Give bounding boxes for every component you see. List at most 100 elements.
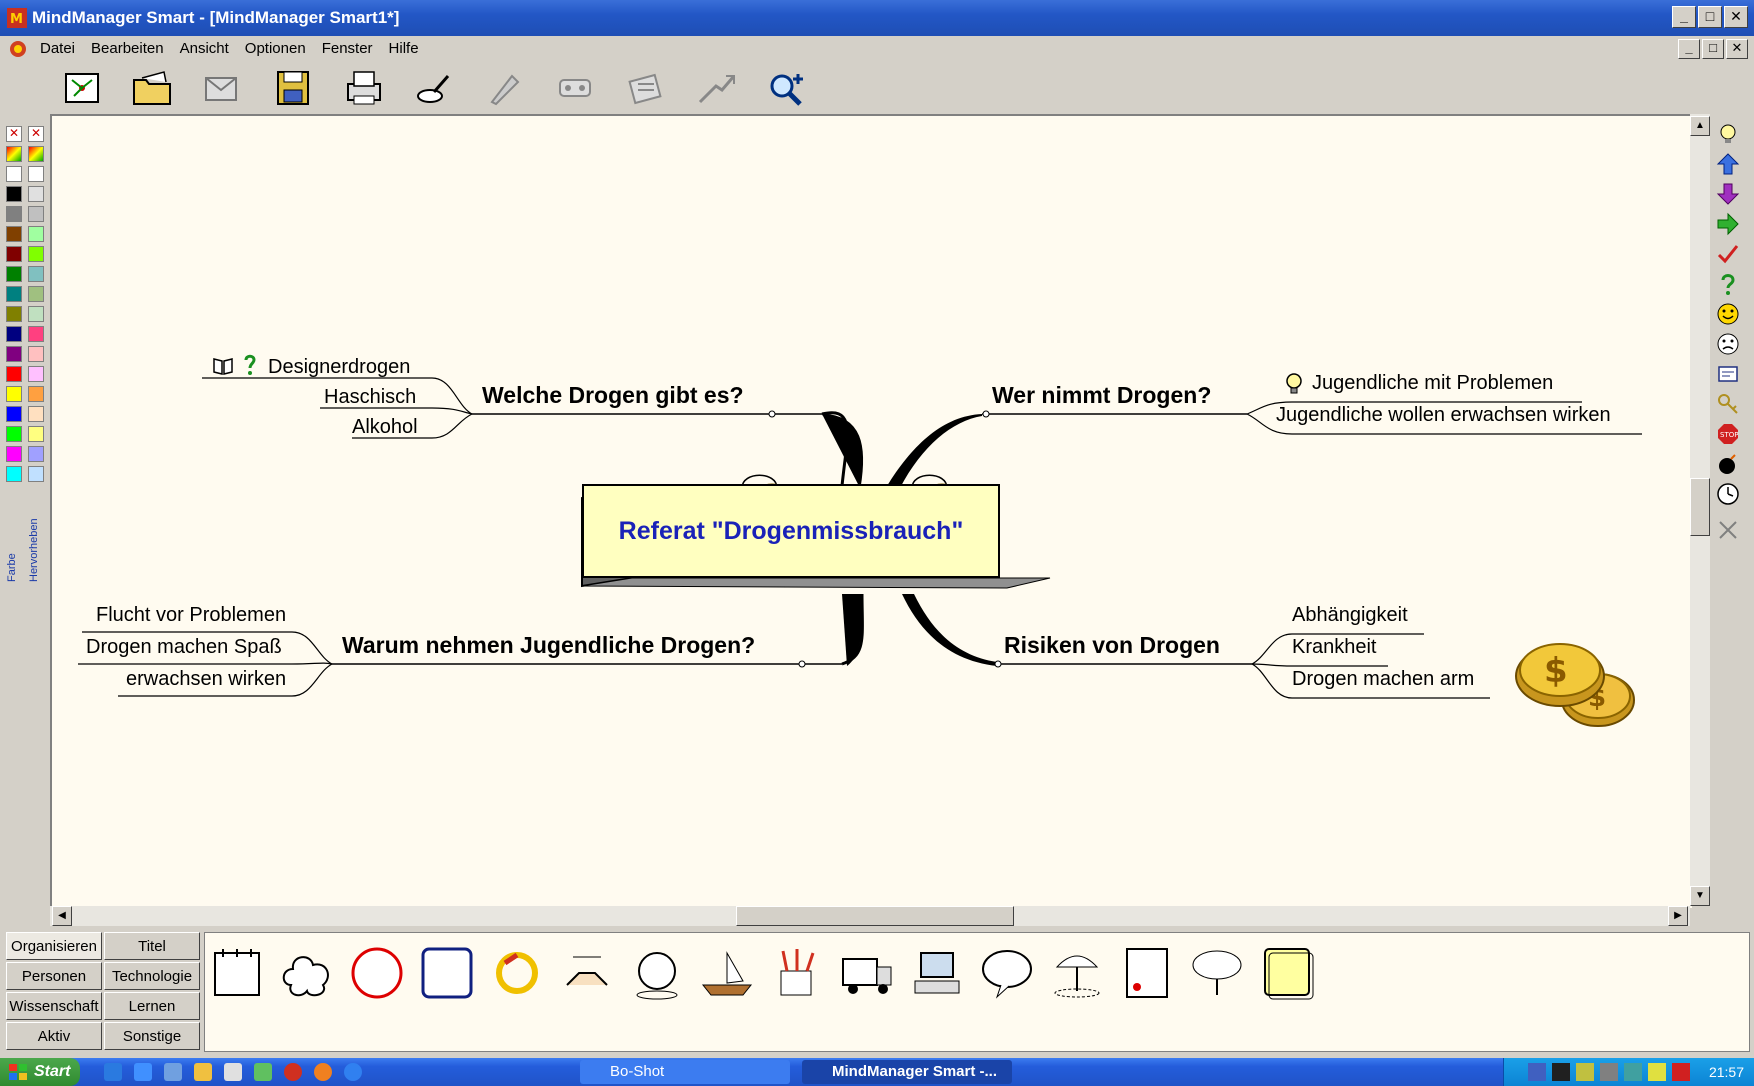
quicklaunch-printer-icon[interactable]: [224, 1063, 242, 1081]
main-topic-warum[interactable]: Warum nehmen Jugendliche Drogen?: [342, 632, 755, 659]
close-icon[interactable]: [1716, 518, 1740, 542]
color-swatch[interactable]: [6, 386, 22, 402]
tab-wissenschaft[interactable]: Wissenschaft: [6, 992, 102, 1020]
quicklaunch-firefox-icon[interactable]: [314, 1063, 332, 1081]
highlighter-icon[interactable]: [412, 68, 458, 110]
subtopic-drogen-arm[interactable]: Drogen machen arm: [1292, 668, 1474, 691]
more-colors-icon[interactable]: [6, 146, 22, 162]
close-button[interactable]: ✕: [1724, 6, 1748, 28]
more-highlights-icon[interactable]: [28, 146, 44, 162]
menu-bearbeiten[interactable]: Bearbeiten: [91, 36, 164, 62]
coins-icon[interactable]: $ $: [1512, 636, 1642, 732]
tab-personen[interactable]: Personen: [6, 962, 102, 990]
bomb-icon[interactable]: [1716, 452, 1740, 476]
no-highlight-icon[interactable]: ✕: [28, 126, 44, 142]
quicklaunch-ie-icon[interactable]: [134, 1063, 152, 1081]
key-icon[interactable]: [1716, 392, 1740, 416]
quicklaunch-desktop-icon[interactable]: [104, 1063, 122, 1081]
highlight-swatch[interactable]: [28, 406, 44, 422]
zoom-in-icon[interactable]: [764, 68, 810, 110]
tray-monitor-icon[interactable]: [1600, 1063, 1618, 1081]
scroll-left-button[interactable]: ◀: [52, 906, 72, 926]
main-topic-wer-nimmt[interactable]: Wer nimmt Drogen?: [992, 382, 1211, 409]
highlight-swatch[interactable]: [28, 166, 44, 182]
scroll-right-button[interactable]: ▶: [1668, 906, 1688, 926]
rocket-icon[interactable]: [482, 68, 528, 110]
color-swatch[interactable]: [6, 246, 22, 262]
main-topic-risiken[interactable]: Risiken von Drogen: [1004, 632, 1220, 659]
start-button[interactable]: Start: [0, 1058, 80, 1086]
document-menu-icon[interactable]: [8, 39, 28, 59]
smiley-happy-icon[interactable]: [1716, 302, 1740, 326]
subtopic-erwachsen-wirken[interactable]: erwachsen wirken: [126, 668, 286, 691]
color-swatch[interactable]: [6, 266, 22, 282]
question-icon[interactable]: [1716, 272, 1740, 296]
highlight-swatch[interactable]: [28, 306, 44, 322]
tray-m-icon[interactable]: [1672, 1063, 1690, 1081]
tab-sonstige[interactable]: Sonstige: [104, 1022, 200, 1050]
subtopic-flucht[interactable]: Flucht vor Problemen: [96, 604, 286, 627]
presentation-icon[interactable]: [552, 68, 598, 110]
subtopic-jugendliche-erwachsen[interactable]: Jugendliche wollen erwachsen wirken: [1276, 404, 1611, 427]
color-swatch[interactable]: [6, 226, 22, 242]
blue-frame-icon[interactable]: [419, 945, 475, 1001]
tray-t-icon[interactable]: [1552, 1063, 1570, 1081]
color-swatch[interactable]: [6, 366, 22, 382]
pencils-icon[interactable]: [769, 945, 825, 1001]
doc-close-button[interactable]: ✕: [1726, 39, 1748, 59]
scroll-down-button[interactable]: ▼: [1690, 886, 1710, 906]
color-swatch[interactable]: [6, 186, 22, 202]
wifi-icon[interactable]: [1648, 1063, 1666, 1081]
computer-icon[interactable]: [909, 945, 965, 1001]
menu-ansicht[interactable]: Ansicht: [180, 36, 229, 62]
task-bo-shot[interactable]: Bo-Shot: [580, 1060, 790, 1084]
vertical-scroll-thumb[interactable]: [1690, 478, 1710, 536]
clock-icon[interactable]: [1716, 482, 1740, 506]
color-swatch[interactable]: [6, 286, 22, 302]
color-swatch[interactable]: [6, 406, 22, 422]
arrow-right-icon[interactable]: [1716, 212, 1740, 236]
menu-optionen[interactable]: Optionen: [245, 36, 306, 62]
print-icon[interactable]: [342, 68, 388, 110]
subtopic-spass[interactable]: Drogen machen Spaß: [86, 636, 282, 659]
highlight-swatch[interactable]: [28, 206, 44, 222]
handshake-icon[interactable]: [559, 945, 615, 1001]
highlight-swatch[interactable]: [28, 286, 44, 302]
tab-titel[interactable]: Titel: [104, 932, 200, 960]
color-swatch[interactable]: [6, 446, 22, 462]
color-swatch[interactable]: [6, 306, 22, 322]
highlight-swatch[interactable]: [28, 326, 44, 342]
menu-fenster[interactable]: Fenster: [322, 36, 373, 62]
menu-hilfe[interactable]: Hilfe: [389, 36, 419, 62]
arrow-down-icon[interactable]: [1716, 182, 1740, 206]
tab-organisieren[interactable]: Organisieren: [6, 932, 102, 960]
truck-icon[interactable]: [839, 945, 895, 1001]
tab-aktiv[interactable]: Aktiv: [6, 1022, 102, 1050]
checkmark-icon[interactable]: [1716, 242, 1740, 266]
umbrella-icon[interactable]: [1049, 945, 1105, 1001]
globe-icon[interactable]: [629, 945, 685, 1001]
export-icon[interactable]: [694, 68, 740, 110]
task-mindmanager[interactable]: MindManager Smart -...: [802, 1060, 1012, 1084]
open-icon[interactable]: [130, 68, 176, 110]
no-color-icon[interactable]: ✕: [6, 126, 22, 142]
subtopic-designerdrogen[interactable]: Designerdrogen: [268, 356, 410, 379]
quicklaunch-outlook-icon[interactable]: [164, 1063, 182, 1081]
highlight-swatch[interactable]: [28, 226, 44, 242]
quicklaunch-browser-icon[interactable]: [344, 1063, 362, 1081]
document-icon[interactable]: [1119, 945, 1175, 1001]
highlight-swatch[interactable]: [28, 426, 44, 442]
arrow-up-icon[interactable]: [1716, 152, 1740, 176]
network-icon[interactable]: [1528, 1063, 1546, 1081]
highlight-swatch[interactable]: [28, 266, 44, 282]
doc-restore-button[interactable]: □: [1702, 39, 1724, 59]
tab-lernen[interactable]: Lernen: [104, 992, 200, 1020]
map-canvas[interactable]: Referat "Drogenmissbrauch" Welche Drogen…: [50, 114, 1692, 908]
horizontal-scroll-thumb[interactable]: [736, 906, 1014, 926]
color-swatch[interactable]: [6, 166, 22, 182]
new-map-icon[interactable]: [60, 68, 106, 110]
notepad-icon[interactable]: [209, 945, 265, 1001]
minimize-button[interactable]: _: [1672, 6, 1696, 28]
quicklaunch-music-icon[interactable]: [254, 1063, 272, 1081]
color-swatch[interactable]: [6, 346, 22, 362]
